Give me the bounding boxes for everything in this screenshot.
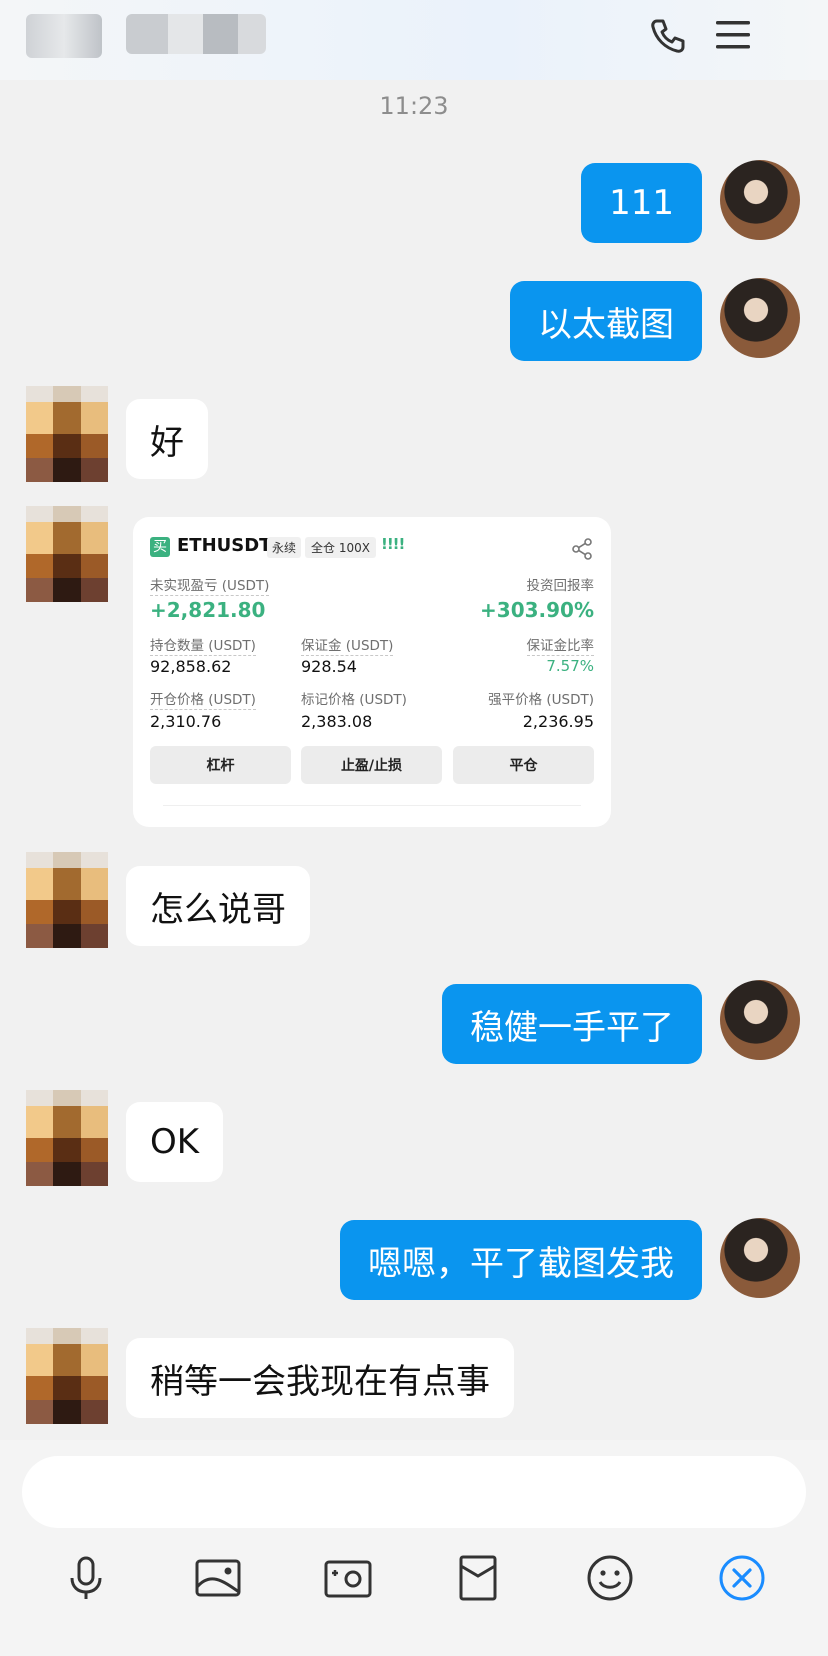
margin-value: 928.54 (301, 657, 357, 676)
message-bubble-received[interactable]: 稍等一会我现在有点事 (126, 1338, 514, 1418)
message-bubble-received[interactable]: OK (126, 1102, 224, 1182)
contact-avatar-pixelated[interactable] (26, 1328, 108, 1424)
message-bubble-received[interactable]: 怎么说哥 (126, 866, 310, 946)
mark-price-label: 标记价格 (USDT) (301, 692, 407, 708)
image-icon[interactable] (192, 1552, 244, 1604)
leverage-button[interactable]: 杠杆 (150, 746, 291, 784)
emoji-icon[interactable] (584, 1552, 636, 1604)
buy-badge: 买 (150, 537, 170, 557)
roi-label: 投资回报率 (526, 578, 595, 594)
tag-perpetual: 永续 (267, 537, 302, 558)
my-avatar[interactable] (720, 980, 800, 1060)
message-bubble-sent[interactable]: 稳健一手平了 (442, 984, 702, 1064)
entry-price-value: 2,310.76 (150, 712, 222, 731)
phone-icon[interactable] (648, 16, 688, 56)
entry-price-label: 开仓价格 (USDT) (150, 688, 256, 710)
contact-avatar-blurred (26, 14, 102, 58)
close-position-button[interactable]: 平仓 (453, 746, 594, 784)
contact-avatar-pixelated[interactable] (26, 506, 108, 602)
message-bubble-received[interactable]: 好 (126, 399, 208, 479)
position-size-label: 持仓数量 (USDT) (150, 634, 256, 656)
tag-margin: 全仓 100X (305, 537, 376, 558)
my-avatar[interactable] (720, 1218, 800, 1298)
margin-label: 保证金 (USDT) (301, 634, 394, 656)
signal-bars: !!!! (381, 535, 405, 553)
contact-avatar-pixelated[interactable] (26, 386, 108, 482)
chat-header (0, 0, 828, 80)
margin-ratio-label: 保证金比率 (526, 634, 594, 656)
tp-sl-button[interactable]: 止盈/止损 (301, 746, 442, 784)
message-bubble-sent[interactable]: 嗯嗯，平了截图发我 (340, 1220, 702, 1300)
message-bubble-sent[interactable]: 以太截图 (510, 281, 702, 361)
red-envelope-icon[interactable] (452, 1552, 504, 1604)
margin-ratio-value: 7.57% (546, 657, 594, 675)
position-size-value: 92,858.62 (150, 657, 232, 676)
liquidation-price-value: 2,236.95 (522, 712, 594, 731)
microphone-icon[interactable] (60, 1552, 112, 1604)
trade-position-card[interactable]: 买 ETHUSDT 永续 全仓 100X !!!! 未实现盈亏 (USDT) +… (133, 517, 611, 827)
close-circle-icon[interactable] (716, 1552, 768, 1604)
menu-icon[interactable] (714, 18, 752, 52)
liquidation-price-label: 强平价格 (USDT) (488, 692, 594, 708)
timestamp: 11:23 (379, 92, 449, 120)
share-icon[interactable] (570, 537, 594, 561)
contact-name-blurred (126, 14, 266, 54)
my-avatar[interactable] (720, 278, 800, 358)
contact-avatar-pixelated[interactable] (26, 1090, 108, 1186)
message-bubble-sent[interactable]: 111 (581, 163, 702, 243)
symbol-label: ETHUSDT (177, 535, 272, 556)
unrealized-pnl-label: 未实现盈亏 (USDT) (150, 574, 270, 596)
roi-value: +303.90% (480, 598, 594, 622)
my-avatar[interactable] (720, 160, 800, 240)
contact-avatar-pixelated[interactable] (26, 852, 108, 948)
unrealized-pnl-value: +2,821.80 (150, 598, 266, 622)
camera-icon[interactable] (322, 1552, 374, 1604)
card-divider (163, 805, 581, 806)
mark-price-value: 2,383.08 (301, 712, 373, 731)
message-input[interactable] (22, 1456, 806, 1528)
